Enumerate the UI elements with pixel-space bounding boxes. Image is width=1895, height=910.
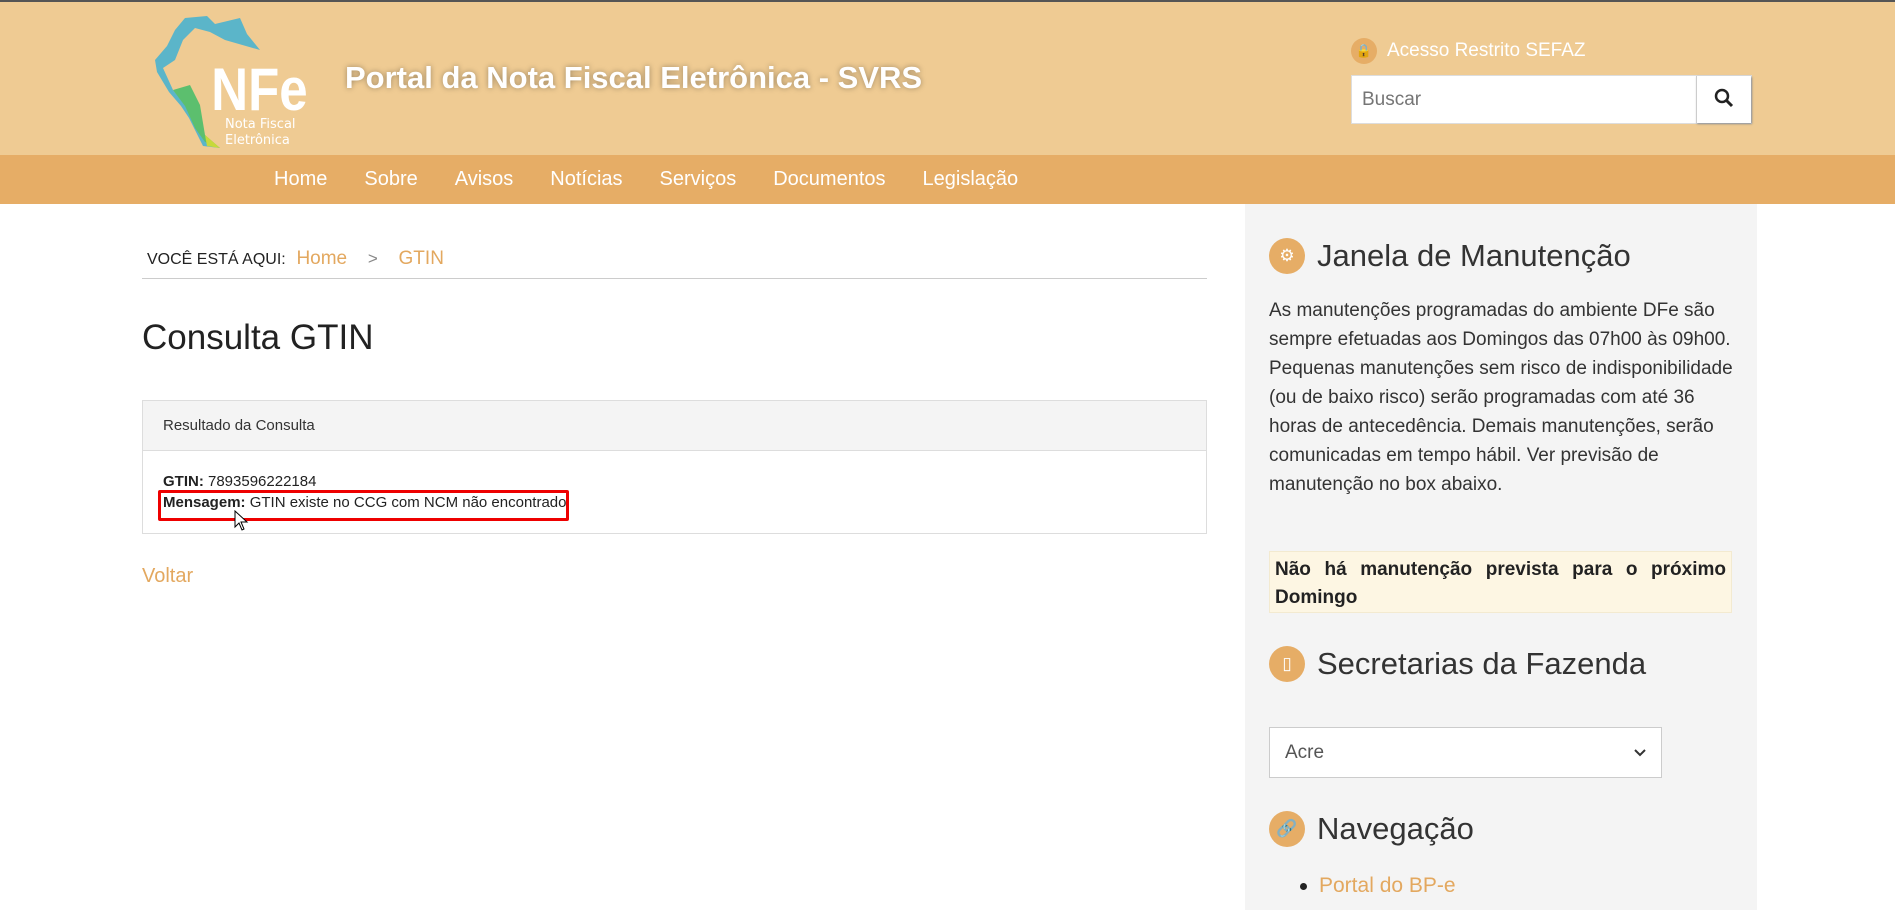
secretarias-title: Secretarias da Fazenda: [1317, 646, 1647, 681]
maintenance-title: Janela de Manutenção: [1317, 238, 1631, 273]
breadcrumb-home[interactable]: Home: [296, 248, 347, 269]
breadcrumb-gtin[interactable]: GTIN: [399, 248, 444, 269]
maintenance-heading: ⚙ Janela de Manutenção: [1269, 238, 1631, 274]
nav-documentos[interactable]: Documentos: [773, 168, 885, 191]
nav-home[interactable]: Home: [274, 168, 327, 191]
site-title: Portal da Nota Fiscal Eletrônica - SVRS: [345, 60, 923, 95]
svg-text:Eletrônica: Eletrônica: [225, 133, 290, 148]
site-header: NFe Nota Fiscal Eletrônica Portal da Not…: [0, 2, 1895, 155]
gtin-value: 7893596222184: [208, 473, 317, 490]
sidebar: ⚙ Janela de Manutenção As manutenções pr…: [1245, 204, 1757, 910]
link-portal-bpe[interactable]: Portal do BP-e: [1319, 874, 1456, 898]
chevron-down-icon: [1634, 748, 1646, 756]
link-icon: 🔗: [1269, 811, 1305, 847]
restricted-access-label: Acesso Restrito SEFAZ: [1387, 40, 1586, 61]
gtin-row: GTIN: 7893596222184: [163, 471, 1186, 492]
lock-icon: 🔒: [1351, 38, 1377, 64]
svg-text:NFe: NFe: [211, 56, 307, 123]
panel-title: Resultado da Consulta: [143, 401, 1206, 451]
nav-legislacao[interactable]: Legislação: [923, 168, 1019, 191]
nav-avisos[interactable]: Avisos: [455, 168, 514, 191]
breadcrumb-separator: >: [367, 249, 378, 268]
search-box: [1351, 75, 1752, 124]
page-title: Consulta GTIN: [142, 318, 374, 357]
main-nav: Home Sobre Avisos Notícias Serviços Docu…: [0, 155, 1895, 204]
nav-noticias[interactable]: Notícias: [550, 168, 622, 191]
restricted-access-link[interactable]: 🔒 Acesso Restrito SEFAZ: [1351, 38, 1586, 64]
maintenance-text: As manutenções programadas do ambiente D…: [1269, 300, 1733, 495]
building-icon: ▯: [1269, 646, 1305, 682]
svg-text:Nota Fiscal: Nota Fiscal: [225, 117, 296, 132]
list-item: Portal do BP-e: [1300, 874, 1456, 898]
nav-servicos[interactable]: Serviços: [660, 168, 737, 191]
search-input[interactable]: [1352, 76, 1696, 123]
secretarias-heading: ▯ Secretarias da Fazenda: [1269, 646, 1646, 682]
maintenance-notice: Não há manutenção prevista para o próxim…: [1269, 551, 1732, 613]
search-button[interactable]: [1696, 76, 1751, 123]
search-icon: [1714, 88, 1734, 108]
navigation-title: Navegação: [1317, 811, 1474, 846]
highlight-box: [158, 490, 569, 521]
gtin-label: GTIN:: [163, 473, 204, 490]
nav-sobre[interactable]: Sobre: [364, 168, 417, 191]
result-panel: Resultado da Consulta GTIN: 789359622218…: [142, 400, 1207, 534]
state-select[interactable]: Acre: [1269, 727, 1662, 778]
back-link[interactable]: Voltar: [142, 565, 193, 588]
gear-icon: ⚙: [1269, 238, 1305, 274]
nfe-logo[interactable]: NFe Nota Fiscal Eletrônica: [145, 10, 335, 150]
navigation-heading: 🔗 Navegação: [1269, 811, 1474, 847]
breadcrumb-label: VOCÊ ESTÁ AQUI:: [147, 251, 286, 268]
divider: [142, 278, 1207, 279]
bullet: [1300, 882, 1307, 890]
mouse-cursor-icon: [234, 510, 249, 531]
breadcrumb: VOCÊ ESTÁ AQUI: Home > GTIN: [147, 248, 450, 270]
state-select-value: Acre: [1285, 741, 1325, 763]
